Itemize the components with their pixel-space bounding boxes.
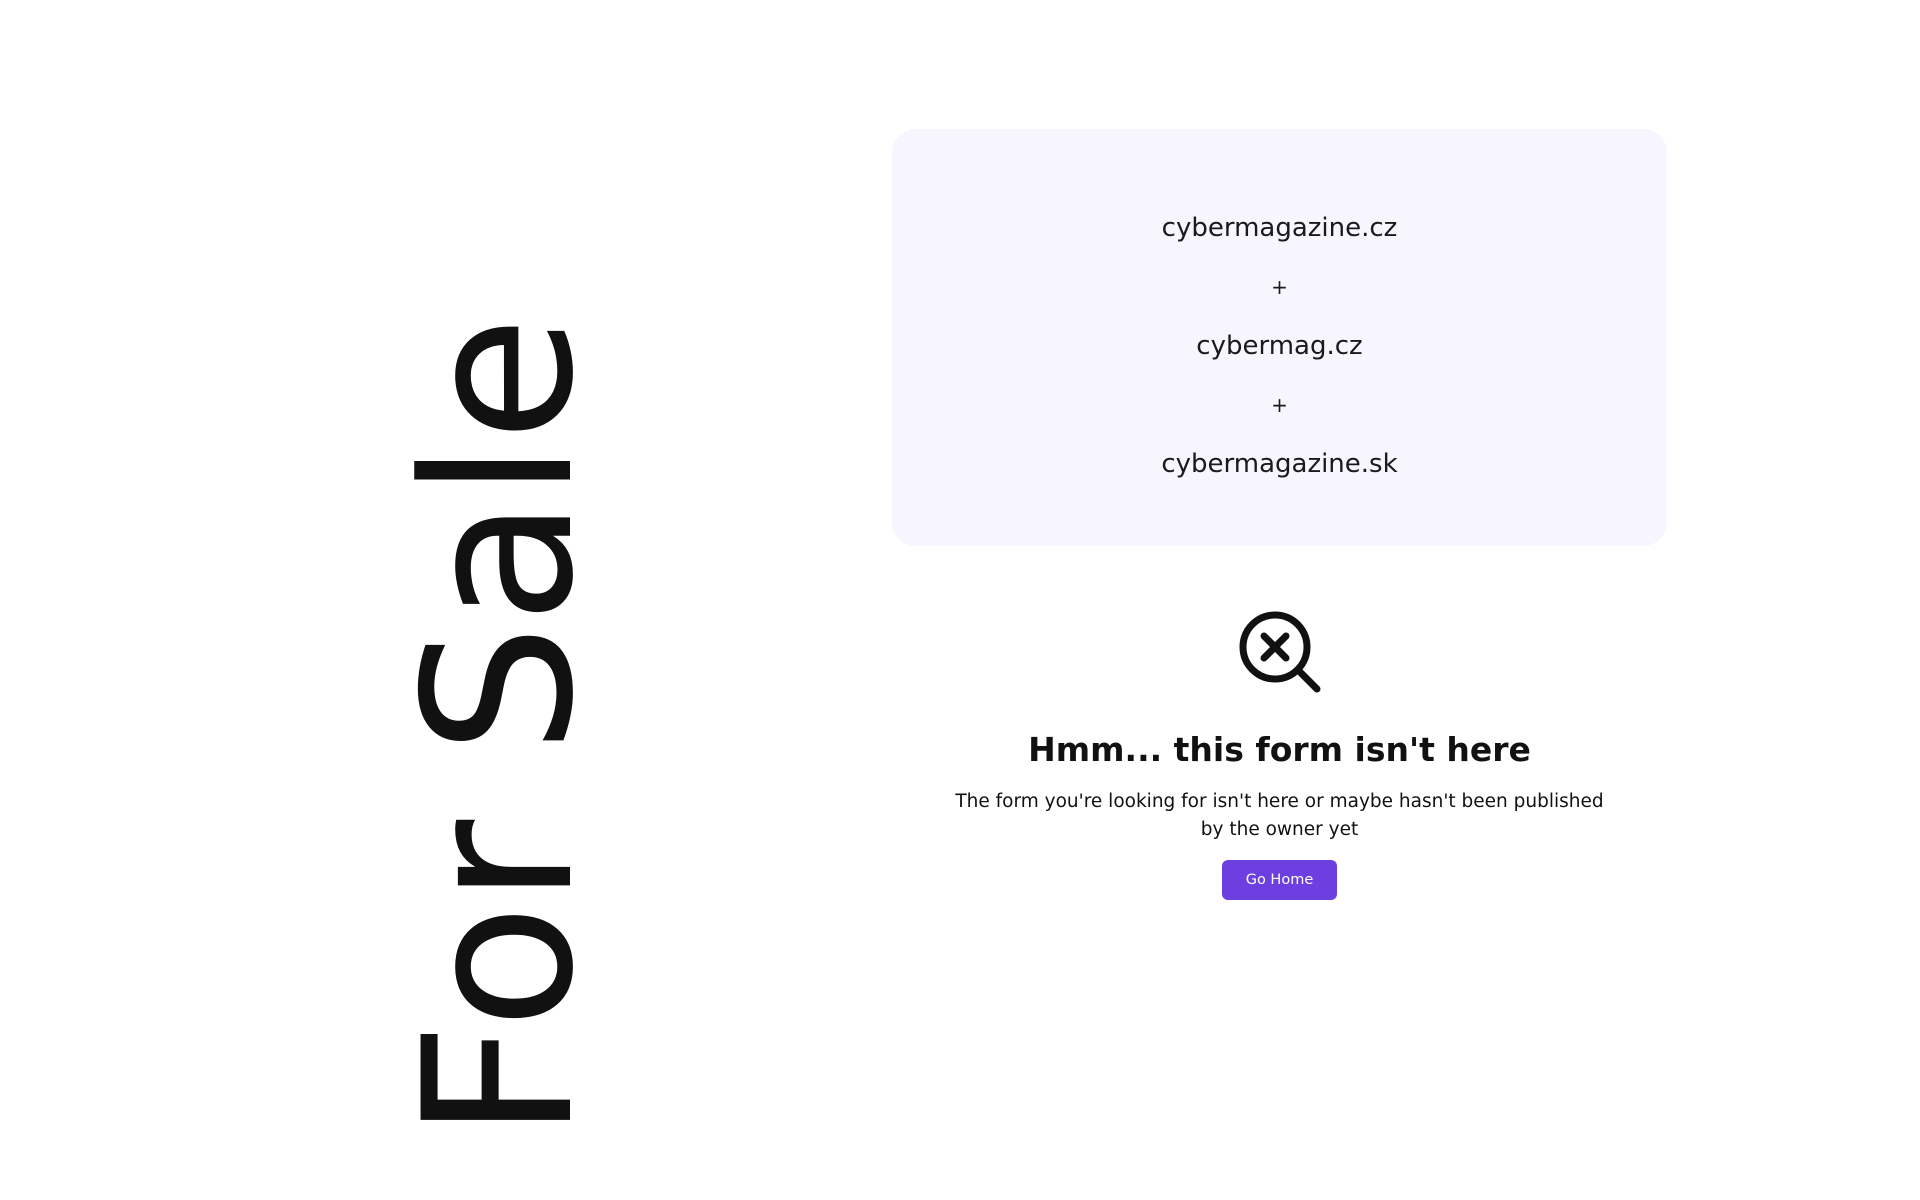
go-home-button[interactable]: Go Home — [1222, 859, 1337, 900]
page: For Sale cybermagazine.cz + cybermag.cz … — [0, 0, 1920, 1200]
domain-item: cybermag.cz — [1196, 331, 1363, 361]
description-text: The form you're looking for isn't here o… — [955, 790, 1604, 840]
domain-item: cybermagazine.cz — [1161, 213, 1398, 243]
search-x-icon — [1238, 610, 1322, 694]
plus-separator: + — [1271, 393, 1288, 417]
page-title: Hmm... this form isn't here — [1028, 730, 1531, 769]
domain-item: cybermagazine.sk — [1161, 449, 1398, 479]
not-found-section: Hmm... this form isn't here The form you… — [892, 610, 1667, 900]
for-sale-banner: For Sale — [381, 315, 619, 1140]
domains-card: cybermagazine.cz + cybermag.cz + cyberma… — [892, 129, 1667, 546]
plus-separator: + — [1271, 275, 1288, 299]
